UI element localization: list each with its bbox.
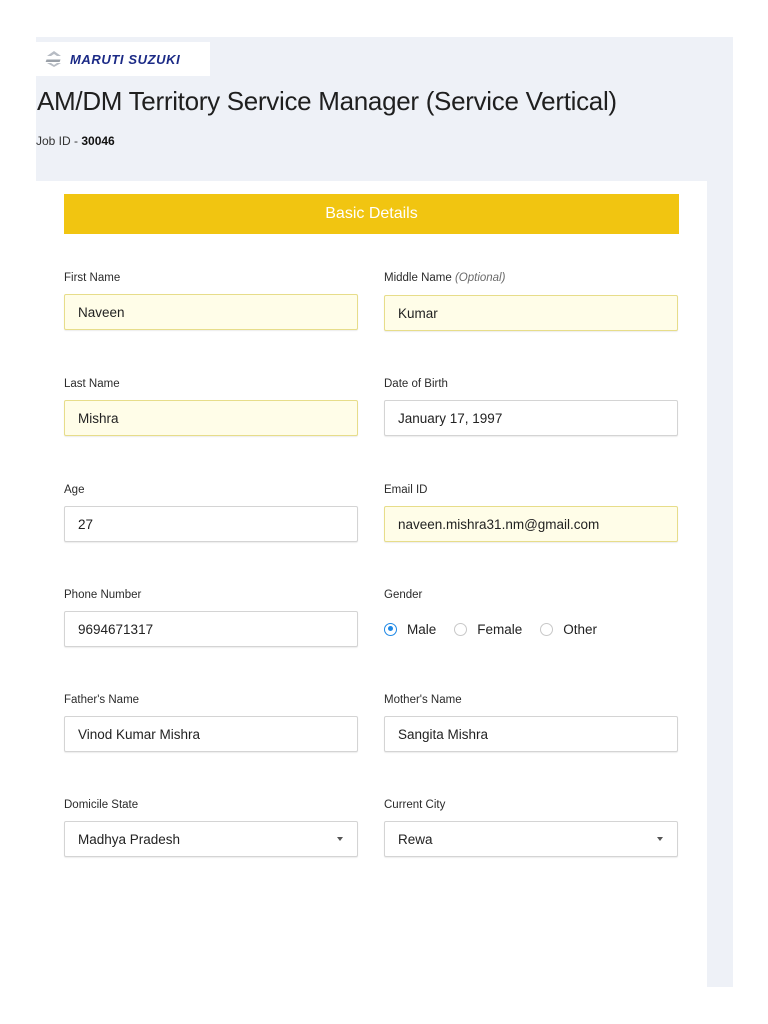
domicile-state-field: Domicile State (64, 798, 358, 857)
job-id-label: Job ID - (36, 134, 82, 148)
phone-label: Phone Number (64, 589, 142, 601)
first-name-field: First Name (64, 271, 358, 330)
gender-option-label: Other (563, 621, 598, 637)
email-input[interactable] (385, 507, 677, 541)
chevron-down-icon[interactable] (337, 837, 343, 841)
current-city-select[interactable] (384, 821, 678, 857)
middle-name-field: Middle Name (Optional) (384, 271, 678, 331)
father-name-field: Father's Name (64, 693, 358, 752)
job-id-value: 30046 (81, 134, 115, 148)
radio-unchecked-icon[interactable] (540, 622, 554, 636)
first-name-label: First Name (64, 272, 121, 284)
current-city-label: Current City (384, 799, 446, 811)
radio-checked-icon[interactable] (384, 622, 397, 636)
email-label: Email ID (384, 484, 428, 496)
email-field: Email ID (384, 483, 678, 542)
father-name-input[interactable] (65, 717, 357, 751)
current-city-field: Current City (384, 798, 678, 857)
application-form-card: Basic Details First Name Middle Name (Op… (36, 181, 707, 987)
gender-label: Gender (384, 589, 423, 601)
gender-radio-group: Male Female Other (384, 611, 615, 647)
section-header-basic-details: Basic Details (64, 194, 679, 234)
brand-logo: MARUTI SUZUKI (36, 42, 210, 76)
dob-box (384, 400, 678, 436)
gender-option-male[interactable]: Male (384, 622, 436, 637)
father-name-box (64, 716, 358, 752)
mother-name-label: Mother's Name (384, 694, 462, 706)
age-field: Age (64, 483, 358, 542)
mother-name-box (384, 716, 678, 752)
last-name-field: Last Name (64, 377, 358, 436)
first-name-input[interactable] (65, 295, 357, 329)
mother-name-input[interactable] (385, 717, 677, 751)
dob-field: Date of Birth (384, 377, 678, 436)
radio-unchecked-icon[interactable] (454, 622, 468, 636)
gender-option-female[interactable]: Female (454, 622, 522, 637)
last-name-box (64, 400, 358, 436)
phone-input[interactable] (65, 612, 357, 646)
mother-name-field: Mother's Name (384, 693, 678, 752)
middle-name-input[interactable] (385, 296, 677, 330)
dob-input[interactable] (385, 401, 677, 435)
phone-box (64, 611, 358, 647)
middle-name-label: Middle Name (Optional) (384, 271, 678, 286)
gender-option-label: Female (477, 621, 523, 637)
last-name-label: Last Name (64, 378, 120, 390)
phone-field: Phone Number (64, 588, 358, 647)
gender-option-label: Male (407, 621, 437, 637)
domicile-state-value[interactable] (65, 822, 357, 856)
job-id: Job ID - 30046 (36, 134, 115, 148)
brand-name: MARUTI SUZUKI (70, 51, 181, 67)
gender-field: Gender Male Female Other (384, 588, 678, 637)
last-name-input[interactable] (65, 401, 357, 435)
current-city-value[interactable] (385, 822, 677, 856)
domicile-state-select[interactable] (64, 821, 358, 857)
first-name-box (64, 294, 358, 330)
email-box (384, 506, 678, 542)
domicile-state-label: Domicile State (64, 799, 139, 811)
age-label: Age (64, 484, 85, 496)
middle-name-label-text: Middle Name (384, 272, 452, 284)
optional-note: (Optional) (454, 272, 506, 284)
page-title: AM/DM Territory Service Manager (Service… (37, 86, 617, 116)
father-name-label: Father's Name (64, 694, 140, 706)
gender-option-other[interactable]: Other (540, 622, 597, 637)
suzuki-s-logo-icon (45, 51, 61, 67)
age-input[interactable] (65, 507, 357, 541)
chevron-down-icon[interactable] (657, 837, 663, 841)
middle-name-box (384, 295, 678, 331)
dob-label: Date of Birth (384, 378, 448, 390)
age-box (64, 506, 358, 542)
